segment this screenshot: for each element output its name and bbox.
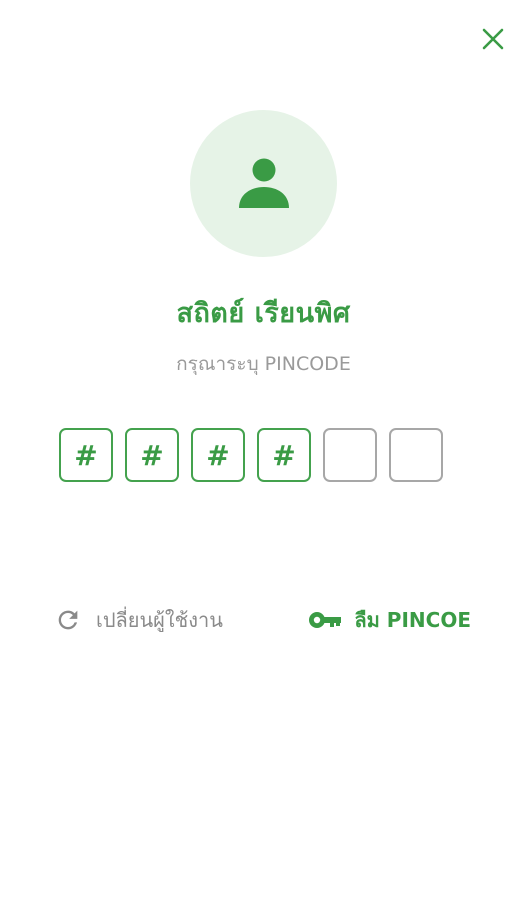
forgot-pin-label: ลืม PINCOE — [354, 608, 471, 632]
pin-digit-3[interactable]: # — [191, 428, 245, 482]
avatar — [190, 110, 337, 257]
switch-user-button[interactable]: เปลี่ยนผู้ใช้งาน — [54, 604, 223, 636]
key-icon — [309, 612, 342, 628]
close-button[interactable] — [478, 24, 508, 54]
forgot-pin-button[interactable]: ลืม PINCOE — [308, 604, 471, 636]
close-icon — [482, 28, 504, 50]
refresh-icon — [58, 610, 78, 630]
pin-input-group[interactable]: # # # # — [59, 428, 443, 482]
pin-digit-4[interactable]: # — [257, 428, 311, 482]
pin-digit-2[interactable]: # — [125, 428, 179, 482]
pin-digit-5[interactable] — [323, 428, 377, 482]
pin-digit-6[interactable] — [389, 428, 443, 482]
pin-digit-1[interactable]: # — [59, 428, 113, 482]
user-icon — [238, 158, 289, 208]
user-name: สถิตย์ เรียนพิศ — [176, 298, 351, 329]
switch-user-label: เปลี่ยนผู้ใช้งาน — [96, 608, 223, 632]
pin-prompt: กรุณาระบุ PINCODE — [176, 353, 351, 375]
